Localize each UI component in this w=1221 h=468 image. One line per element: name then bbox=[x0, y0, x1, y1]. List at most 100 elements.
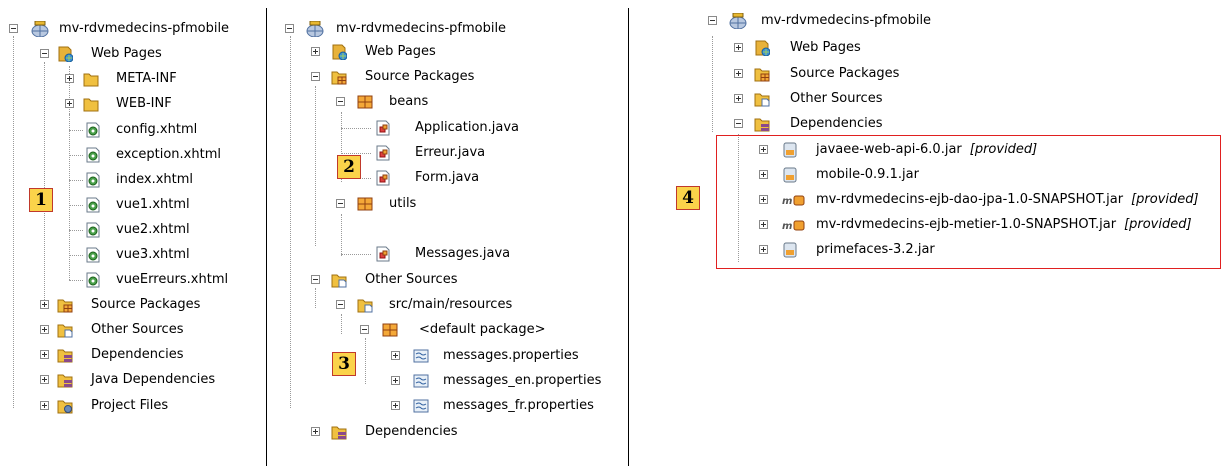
tree-row[interactable]: primefaces-3.2.jar bbox=[630, 238, 1220, 262]
tree-row-label: messages.properties bbox=[443, 348, 579, 363]
tree-row[interactable]: Source Packages bbox=[630, 62, 1220, 86]
tree-row[interactable]: Other Sources bbox=[268, 268, 618, 292]
collapse-toggle[interactable] bbox=[311, 72, 320, 81]
expand-toggle[interactable] bbox=[65, 74, 74, 83]
expand-toggle[interactable] bbox=[65, 99, 74, 108]
tree-row[interactable]: Application.java bbox=[268, 116, 618, 140]
expand-toggle[interactable] bbox=[759, 195, 768, 204]
tree-row[interactable]: Web Pages bbox=[0, 42, 260, 66]
collapse-toggle[interactable] bbox=[336, 97, 345, 106]
tree-row[interactable]: <default package> bbox=[268, 318, 618, 342]
tree-row[interactable]: Java Dependencies bbox=[0, 368, 260, 392]
tree-row[interactable]: META-INF bbox=[0, 67, 260, 91]
tree-row[interactable]: mobile-0.9.1.jar bbox=[630, 163, 1220, 187]
expand-toggle[interactable] bbox=[40, 401, 49, 410]
dependencies-icon bbox=[57, 347, 73, 363]
panel-separator-2 bbox=[628, 8, 629, 466]
collapse-toggle[interactable] bbox=[40, 49, 49, 58]
expand-toggle[interactable] bbox=[40, 325, 49, 334]
tree-row[interactable]: m mv-rdvmedecins-ejb-dao-jpa-1.0-SNAPSHO… bbox=[630, 188, 1220, 212]
tree-row[interactable]: Source Packages bbox=[268, 65, 618, 89]
tree-row[interactable]: utils bbox=[268, 192, 618, 216]
tree-row[interactable]: messages_en.properties bbox=[268, 369, 618, 393]
tree-row[interactable]: Messages.java bbox=[268, 242, 618, 266]
tree-row-label: META-INF bbox=[116, 71, 177, 86]
expand-toggle[interactable] bbox=[391, 351, 400, 360]
folder-icon bbox=[83, 96, 99, 112]
tree-row[interactable]: messages.properties bbox=[268, 344, 618, 368]
tree-row[interactable]: Source Packages bbox=[0, 293, 260, 317]
tree-row-label: vue2.xhtml bbox=[116, 222, 190, 237]
tree-row[interactable]: Form.java bbox=[268, 166, 618, 190]
source-packages-icon bbox=[57, 297, 73, 313]
expand-toggle[interactable] bbox=[734, 43, 743, 52]
tree-row[interactable]: Web Pages bbox=[268, 40, 618, 64]
tree-row[interactable]: config.xhtml bbox=[0, 118, 260, 142]
collapse-toggle[interactable] bbox=[708, 16, 717, 25]
maven-jar-icon: m bbox=[782, 217, 806, 233]
expand-toggle[interactable] bbox=[734, 94, 743, 103]
projects-tree-panel-1: mv-rdvmedecins-pfmobile Web Pages META-I… bbox=[0, 0, 265, 468]
expand-toggle[interactable] bbox=[40, 350, 49, 359]
tree-row-label: messages_fr.properties bbox=[443, 398, 594, 413]
tree-row[interactable]: Other Sources bbox=[630, 87, 1220, 111]
tree-row[interactable]: Web Pages bbox=[630, 36, 1220, 60]
project-globe-icon bbox=[31, 20, 49, 38]
expand-toggle[interactable] bbox=[759, 170, 768, 179]
tree-row-label: Dependencies bbox=[365, 424, 458, 439]
tree-row[interactable]: mv-rdvmedecins-pfmobile bbox=[630, 9, 1220, 33]
expand-toggle[interactable] bbox=[40, 375, 49, 384]
collapse-toggle[interactable] bbox=[285, 24, 294, 33]
tree-row[interactable]: Dependencies bbox=[0, 343, 260, 367]
project-globe-icon bbox=[306, 20, 324, 38]
collapse-toggle[interactable] bbox=[336, 300, 345, 309]
tree-row[interactable]: src/main/resources bbox=[268, 293, 618, 317]
collapse-toggle[interactable] bbox=[734, 119, 743, 128]
tree-row[interactable]: messages_fr.properties bbox=[268, 394, 618, 418]
expand-toggle[interactable] bbox=[734, 69, 743, 78]
collapse-toggle[interactable] bbox=[360, 325, 369, 334]
collapse-toggle[interactable] bbox=[9, 24, 18, 33]
tree-row[interactable]: WEB-INF bbox=[0, 92, 260, 116]
tree-row[interactable]: mv-rdvmedecins-pfmobile bbox=[268, 17, 618, 41]
tree-row-label: vue1.xhtml bbox=[116, 197, 190, 212]
tree-row[interactable]: vue2.xhtml bbox=[0, 218, 260, 242]
xhtml-file-icon bbox=[85, 122, 101, 138]
tree-row[interactable]: javaee-web-api-6.0.jar [provided] bbox=[630, 138, 1220, 162]
tree-row[interactable]: Erreur.java bbox=[268, 141, 618, 165]
expand-toggle[interactable] bbox=[311, 47, 320, 56]
tree-row[interactable]: Dependencies bbox=[630, 112, 1220, 136]
xhtml-file-icon bbox=[85, 272, 101, 288]
collapse-toggle[interactable] bbox=[311, 275, 320, 284]
tree-row-label: javaee-web-api-6.0.jar [provided] bbox=[816, 142, 1038, 157]
tree-row[interactable]: beans bbox=[268, 90, 618, 114]
expand-toggle[interactable] bbox=[759, 220, 768, 229]
tree-row-label: WEB-INF bbox=[116, 96, 172, 111]
projects-tree-panel-3: mv-rdvmedecins-pfmobile Web Pages Source… bbox=[630, 0, 1221, 468]
properties-file-icon bbox=[413, 348, 429, 364]
tree-row[interactable]: exception.xhtml bbox=[0, 143, 260, 167]
tree-row[interactable]: vue3.xhtml bbox=[0, 243, 260, 267]
expand-toggle[interactable] bbox=[311, 427, 320, 436]
project-files-icon bbox=[57, 398, 73, 414]
tree-row[interactable]: Dependencies bbox=[268, 420, 618, 444]
svg-text:m: m bbox=[782, 221, 792, 232]
tree-row[interactable]: Other Sources bbox=[0, 318, 260, 342]
tree-row[interactable]: m mv-rdvmedecins-ejb-metier-1.0-SNAPSHOT… bbox=[630, 213, 1220, 237]
collapse-toggle[interactable] bbox=[336, 199, 345, 208]
other-sources-icon bbox=[754, 91, 770, 107]
tree-row[interactable]: Project Files bbox=[0, 394, 260, 418]
expand-toggle[interactable] bbox=[391, 376, 400, 385]
tree-row[interactable]: mv-rdvmedecins-pfmobile bbox=[0, 17, 260, 41]
expand-toggle[interactable] bbox=[391, 401, 400, 410]
expand-toggle[interactable] bbox=[759, 145, 768, 154]
tree-row-label: Dependencies bbox=[790, 116, 883, 131]
jar-icon bbox=[782, 167, 798, 183]
tree-row-label: Web Pages bbox=[790, 40, 861, 55]
expand-toggle[interactable] bbox=[759, 245, 768, 254]
java-file-icon bbox=[375, 170, 391, 186]
expand-toggle[interactable] bbox=[40, 300, 49, 309]
tree-row[interactable]: vueErreurs.xhtml bbox=[0, 268, 260, 292]
tree-row-label: index.xhtml bbox=[116, 172, 194, 187]
tree-row-label: Other Sources bbox=[365, 272, 458, 287]
